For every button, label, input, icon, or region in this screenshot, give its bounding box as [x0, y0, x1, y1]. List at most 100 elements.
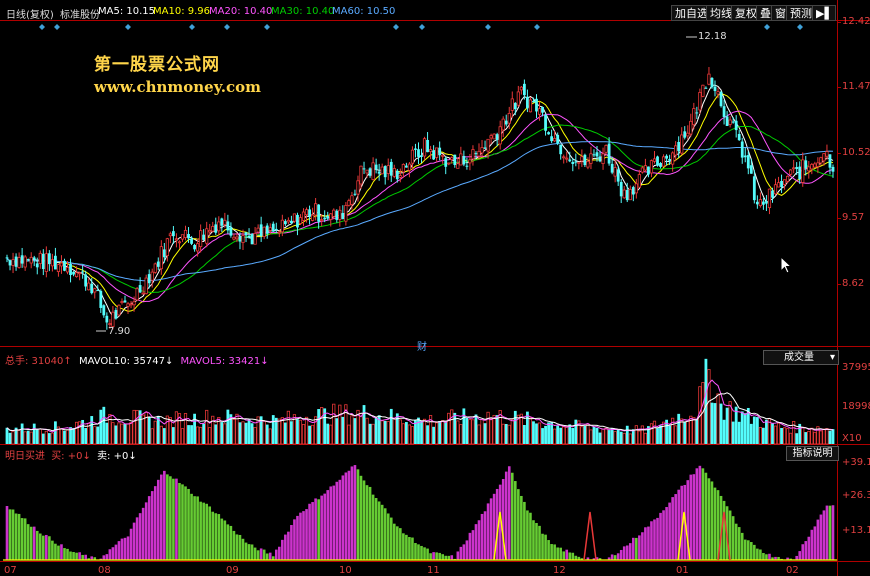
indicator-bar [753, 544, 756, 560]
ma10-line [6, 93, 834, 312]
indicator-bar [447, 555, 451, 560]
volume-bar [74, 421, 79, 445]
candle-body [47, 253, 51, 265]
period-label[interactable]: 日线(复权) [6, 6, 54, 21]
indicator-bar [746, 540, 750, 560]
indicator-bar [84, 554, 87, 560]
volume-bar [519, 413, 523, 445]
volume-bar [489, 418, 493, 445]
candle-body [11, 259, 15, 266]
indicator-bar [163, 470, 166, 560]
candle-body [156, 261, 160, 267]
info-marker-icon [264, 24, 270, 30]
candle-body [428, 149, 433, 152]
volume-bar [162, 428, 166, 444]
volume-selector[interactable]: 成交量 ▾ [763, 350, 839, 365]
volume-bar [277, 418, 281, 445]
watermark-url: www.chnmoney.com [94, 78, 261, 96]
volume-bar [704, 358, 708, 444]
volume-bar [99, 409, 103, 444]
volume-bar [404, 422, 408, 444]
indicator-bar [628, 543, 632, 560]
candle-body [601, 153, 605, 164]
indicator-bar [190, 493, 193, 560]
price-axis-label: 11.47 [842, 81, 870, 92]
arrow-right-icon[interactable]: ▶▌ [812, 5, 836, 21]
indicator-bar [108, 549, 112, 560]
volume-bar [301, 424, 306, 445]
time-axis-label: 11 [427, 565, 440, 576]
indicator-bar [510, 472, 514, 560]
candle-body [489, 135, 493, 139]
candle-body [65, 266, 70, 273]
volume-bar [129, 422, 133, 445]
indicator-bar [383, 508, 387, 560]
candle-body [652, 158, 657, 162]
candle-body [259, 224, 263, 236]
volume-bar [23, 431, 27, 445]
candle-body [456, 163, 460, 169]
candle-body [20, 255, 24, 264]
volume-bar [510, 419, 514, 445]
indicator-bar [529, 512, 532, 560]
candle-body [507, 112, 511, 124]
candle-body [610, 163, 614, 173]
volume-bar [117, 422, 121, 445]
candle-body [317, 204, 321, 222]
volume-bar [692, 417, 696, 445]
volume-bar [541, 428, 544, 444]
info-marker-icon [393, 24, 399, 30]
candle-body [795, 167, 799, 169]
info-marker-icon [797, 24, 803, 30]
indicator-bar [78, 552, 81, 560]
candle-body [153, 263, 157, 273]
indicator-bar [762, 552, 765, 560]
candle-body [743, 155, 747, 158]
candle-body [174, 238, 179, 241]
indicator-bar [226, 524, 230, 560]
volume-bar [193, 413, 196, 444]
volume-bar [407, 424, 412, 445]
candle-body [716, 91, 720, 95]
candle-body [634, 183, 638, 194]
volume-bar [54, 421, 57, 444]
ma30-label: MA30: 10.40 [271, 6, 335, 17]
candle-body [111, 311, 115, 327]
finance-marker[interactable]: 财 [417, 338, 427, 353]
candle-body [792, 167, 796, 170]
candle-body [138, 285, 142, 293]
indicator-bar [692, 474, 696, 560]
volume-bar [232, 418, 236, 445]
time-axis-label: 08 [98, 565, 111, 576]
indicator-help-button[interactable]: 指标说明 [786, 446, 839, 461]
volume-bar [598, 432, 602, 444]
ma60-line [6, 140, 834, 282]
indicator-bar [656, 517, 659, 560]
indicator-bar [253, 547, 257, 560]
indicator-bar [156, 479, 160, 560]
high-price-label: 12.18 [698, 31, 727, 42]
low-price-label: 7.90 [108, 326, 131, 337]
candle-body [159, 246, 163, 270]
indicator-bar [456, 551, 460, 560]
indicator-bar [278, 546, 281, 560]
candle-body [144, 277, 148, 294]
volume-bar [786, 428, 790, 445]
volume-bar [661, 421, 666, 445]
candle-body [99, 290, 103, 308]
volume-bar [111, 422, 115, 445]
volume-bar [135, 409, 139, 445]
indicator-bar [377, 501, 381, 560]
indicator-bar [795, 555, 798, 560]
candle-body [105, 315, 109, 323]
candle-body [804, 160, 808, 168]
volume-bar [607, 430, 611, 444]
volume-bar [365, 417, 369, 445]
candle-body [320, 219, 324, 221]
indicator-bar [731, 516, 735, 560]
candle-body [480, 147, 484, 154]
volume-bar [695, 419, 699, 444]
volume-bar [725, 407, 729, 444]
price-axis-label: 12.42 [842, 16, 870, 27]
indicator-bar [768, 553, 771, 560]
